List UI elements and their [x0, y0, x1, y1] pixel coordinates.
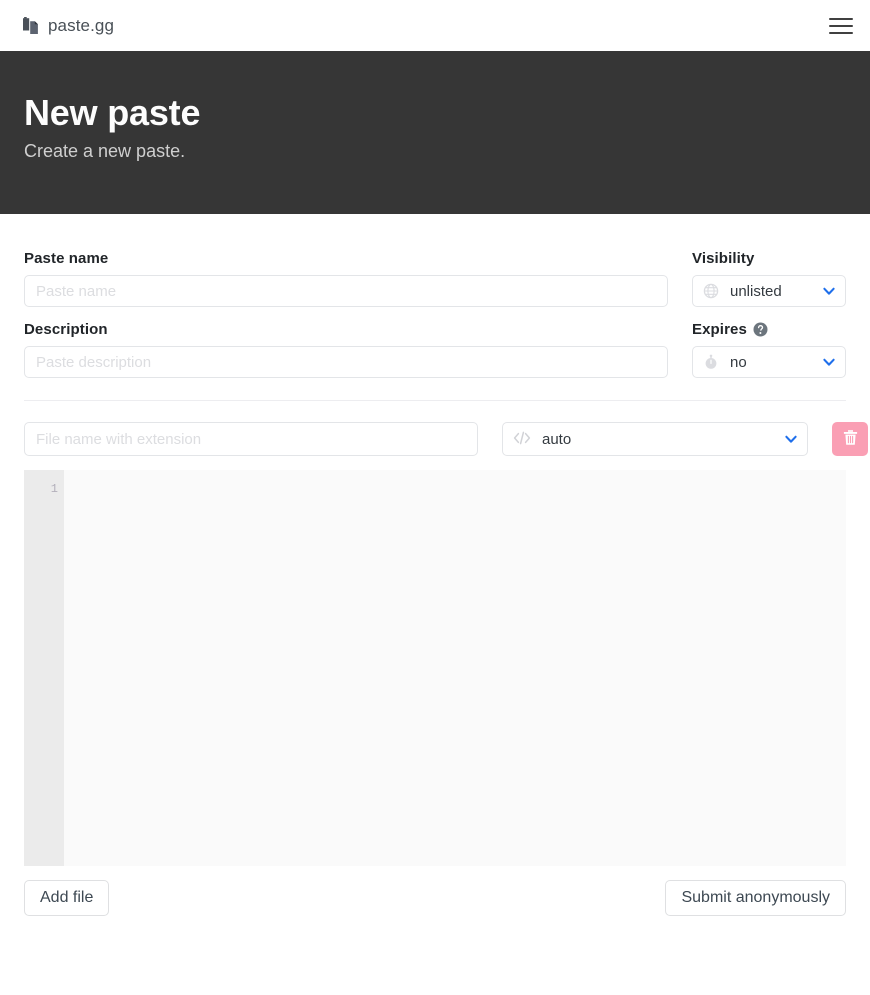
- description-label: Description: [24, 321, 108, 338]
- chevron-down-icon: [784, 432, 798, 446]
- line-number: 1: [50, 482, 58, 496]
- brand-link[interactable]: paste.gg: [22, 16, 114, 36]
- chevron-down-icon: [822, 284, 836, 298]
- paste-name-field: Paste name: [24, 250, 668, 307]
- page-hero-banner: New paste Create a new paste.: [0, 51, 870, 214]
- submit-anonymously-button[interactable]: Submit anonymously: [665, 880, 846, 916]
- meta-right-column: Visibility unlisted Expires no: [692, 250, 846, 378]
- expires-label-row: Expires: [692, 321, 846, 338]
- paste-name-label: Paste name: [24, 250, 109, 267]
- hamburger-line: [829, 31, 853, 34]
- question-circle-icon[interactable]: [753, 322, 768, 337]
- visibility-select[interactable]: unlisted: [692, 275, 846, 307]
- file-name-wrapper: [24, 422, 478, 456]
- file-language-select[interactable]: auto: [502, 422, 808, 456]
- section-divider: [24, 400, 846, 401]
- expires-value: no: [730, 353, 747, 371]
- file-language-value: auto: [542, 430, 572, 448]
- add-file-button[interactable]: Add file: [24, 880, 110, 916]
- form-actions: Add file Submit anonymously: [24, 880, 846, 942]
- expires-select[interactable]: no: [692, 346, 846, 378]
- delete-file-button[interactable]: [832, 422, 868, 456]
- copy-paste-icon: [22, 16, 39, 35]
- top-navbar: paste.gg: [0, 0, 870, 51]
- file-name-input[interactable]: [24, 422, 478, 456]
- page-title: New paste: [24, 92, 201, 133]
- hamburger-menu-icon[interactable]: [828, 15, 854, 37]
- description-input[interactable]: [24, 346, 668, 378]
- chevron-down-icon: [822, 355, 836, 369]
- hamburger-line: [829, 17, 853, 20]
- paste-name-input[interactable]: [24, 275, 668, 307]
- visibility-value: unlisted: [730, 282, 782, 300]
- globe-icon: [703, 283, 719, 299]
- expires-label: Expires: [692, 321, 747, 338]
- page-subtitle: Create a new paste.: [24, 140, 186, 161]
- file-language-wrapper: auto: [502, 422, 808, 456]
- brand-label: paste.gg: [48, 15, 115, 35]
- stopwatch-icon: [703, 354, 719, 370]
- form-body: Paste name Description Visibility: [0, 214, 870, 942]
- visibility-label: Visibility: [692, 250, 755, 267]
- visibility-field: Visibility unlisted: [692, 250, 846, 307]
- file-header-row: auto: [24, 422, 868, 456]
- trash-icon: [843, 429, 858, 449]
- hamburger-line: [829, 24, 853, 27]
- editor-text-area[interactable]: [64, 470, 846, 866]
- paste-meta-grid: Paste name Description Visibility: [24, 214, 846, 378]
- code-icon: [513, 431, 531, 447]
- expires-field: Expires no: [692, 321, 846, 378]
- meta-left-column: Paste name Description: [24, 250, 668, 378]
- editor-line-number-gutter: 1: [24, 470, 64, 866]
- description-field: Description: [24, 321, 668, 378]
- code-editor[interactable]: 1: [24, 470, 846, 866]
